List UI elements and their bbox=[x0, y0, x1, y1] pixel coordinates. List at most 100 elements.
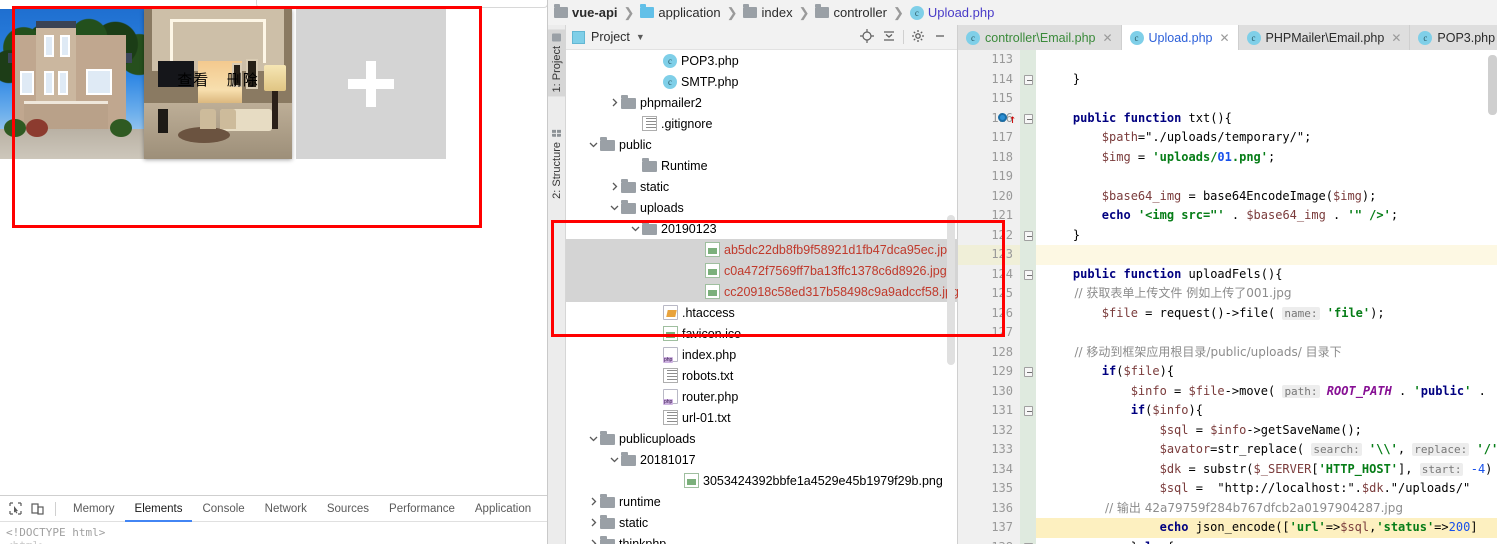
toggle-device-toolbar-icon[interactable] bbox=[26, 499, 48, 519]
fold-gutter[interactable] bbox=[1020, 401, 1036, 421]
fold-marker-icon[interactable] bbox=[1024, 269, 1033, 280]
breadcrumb-item-application[interactable]: application bbox=[640, 4, 721, 20]
fold-gutter[interactable] bbox=[1020, 420, 1036, 440]
breakpoint-icon[interactable] bbox=[998, 112, 1007, 122]
code-line[interactable]: 137 echo json_encode(['url'=>$sql,'statu… bbox=[958, 518, 1497, 538]
code-line[interactable]: 138 }else{ bbox=[958, 537, 1497, 544]
code-line[interactable]: 114 } bbox=[958, 69, 1497, 89]
code-line[interactable]: 134 $dk = substr($_SERVER['HTTP_HOST'], … bbox=[958, 459, 1497, 479]
chevron-down-icon[interactable] bbox=[629, 222, 642, 235]
tool-window-project[interactable]: 1: Project bbox=[548, 29, 566, 97]
code-line[interactable]: 119 bbox=[958, 167, 1497, 187]
fold-gutter[interactable] bbox=[1020, 459, 1036, 479]
tree-row[interactable]: favicon.ico bbox=[566, 323, 958, 344]
devtools-tab-application[interactable]: Application bbox=[465, 496, 541, 522]
fold-gutter[interactable] bbox=[1020, 225, 1036, 245]
fold-gutter[interactable] bbox=[1020, 303, 1036, 323]
tree-row[interactable]: url-01.txt bbox=[566, 407, 958, 428]
inspect-element-icon[interactable] bbox=[4, 499, 26, 519]
fold-gutter[interactable] bbox=[1020, 284, 1036, 304]
fold-gutter[interactable] bbox=[1020, 362, 1036, 382]
chevron-right-icon[interactable] bbox=[587, 516, 600, 529]
tree-row[interactable]: index.php bbox=[566, 344, 958, 365]
breadcrumb-item-controller[interactable]: controller bbox=[815, 4, 887, 20]
chevron-right-icon[interactable] bbox=[608, 180, 621, 193]
chevron-down-icon[interactable] bbox=[608, 201, 621, 214]
breadcrumb-item-index[interactable]: index bbox=[743, 4, 793, 20]
fold-gutter[interactable] bbox=[1020, 498, 1036, 518]
code-line[interactable]: 132 $sql = $info->getSaveName(); bbox=[958, 420, 1497, 440]
tree-row[interactable]: ab5dc22db8fb9f58921d1fb47dca95ec.jpg bbox=[566, 239, 958, 260]
uploaded-image-thumbnail-active[interactable]: 查看 删除 bbox=[144, 9, 292, 159]
fold-gutter[interactable] bbox=[1020, 323, 1036, 343]
fold-gutter[interactable] bbox=[1020, 69, 1036, 89]
tree-row[interactable]: runtime bbox=[566, 491, 958, 512]
devtools-tab-elements[interactable]: Elements bbox=[125, 496, 193, 522]
code-line[interactable]: 115 bbox=[958, 89, 1497, 109]
code-line[interactable]: 116↑ public function txt(){ bbox=[958, 108, 1497, 128]
code-line[interactable]: 129 if($file){ bbox=[958, 362, 1497, 382]
tree-row[interactable]: router.php bbox=[566, 386, 958, 407]
code-line[interactable]: 121 echo '<img src="' . $base64_img . '"… bbox=[958, 206, 1497, 226]
settings-gear-icon[interactable] bbox=[907, 29, 929, 46]
tree-row[interactable]: thinkphp bbox=[566, 533, 958, 544]
minimize-icon[interactable] bbox=[929, 29, 951, 46]
code-line[interactable]: 118 $img = 'uploads/01.png'; bbox=[958, 147, 1497, 167]
tree-row[interactable]: 20181017 bbox=[566, 449, 958, 470]
close-icon[interactable]: ✕ bbox=[1219, 31, 1229, 45]
delete-image-button[interactable]: 删除 bbox=[227, 71, 259, 89]
project-tree-scrollbar[interactable] bbox=[947, 215, 955, 365]
devtools-tab-memory[interactable]: Memory bbox=[63, 496, 125, 522]
fold-marker-icon[interactable] bbox=[1024, 74, 1033, 85]
code-line[interactable]: 123 bbox=[958, 245, 1497, 265]
code-line[interactable]: 131 if($info){ bbox=[958, 401, 1497, 421]
code-line[interactable]: 124 public function uploadFels(){ bbox=[958, 264, 1497, 284]
code-line[interactable]: 136 // 输出 42a79759f284b767dfcb2a01979042… bbox=[958, 498, 1497, 518]
chevron-right-icon[interactable] bbox=[587, 495, 600, 508]
tree-row[interactable]: 3053424392bbfe1a4529e45b1979f29b.png bbox=[566, 470, 958, 491]
tree-row[interactable]: robots.txt bbox=[566, 365, 958, 386]
tree-row[interactable]: static bbox=[566, 176, 958, 197]
uploaded-image-thumbnail[interactable] bbox=[0, 9, 148, 159]
collapse-all-icon[interactable] bbox=[878, 29, 900, 46]
tree-row[interactable]: static bbox=[566, 512, 958, 533]
code-line[interactable]: 135 $sql = "http://localhost:".$dk."/upl… bbox=[958, 479, 1497, 499]
editor-scrollbar[interactable] bbox=[1488, 55, 1497, 115]
fold-gutter[interactable] bbox=[1020, 89, 1036, 109]
breadcrumb-item-upload-php[interactable]: c Upload.php bbox=[909, 5, 994, 20]
fold-marker-icon[interactable] bbox=[1024, 406, 1033, 416]
chevron-down-icon[interactable] bbox=[587, 432, 600, 445]
devtools-tab-console[interactable]: Console bbox=[192, 496, 254, 522]
fold-gutter[interactable] bbox=[1020, 128, 1036, 148]
code-line[interactable]: 125 // 获取表单上传文件 例如上传了001.jpg bbox=[958, 284, 1497, 304]
fold-gutter[interactable] bbox=[1020, 50, 1036, 70]
tree-row[interactable]: phpmailer2 bbox=[566, 92, 958, 113]
code-editor[interactable]: 113114 }115116↑ public function txt(){ 11… bbox=[958, 50, 1497, 544]
tree-row[interactable]: .htaccess bbox=[566, 302, 958, 323]
tree-row[interactable]: 20190123 bbox=[566, 218, 958, 239]
chevron-down-icon[interactable]: ▼ bbox=[636, 32, 645, 42]
tree-row[interactable]: cc20918c58ed317b58498c9a9adccf58.jpg bbox=[566, 281, 958, 302]
tree-row[interactable]: public bbox=[566, 134, 958, 155]
code-line[interactable]: 113 bbox=[958, 50, 1497, 70]
tree-row[interactable]: .gitignore bbox=[566, 113, 958, 134]
code-line[interactable]: 130 $info = $file->move( path: ROOT_PATH… bbox=[958, 381, 1497, 401]
editor-tab[interactable]: cPOP3.php✕ bbox=[1410, 25, 1497, 50]
add-image-button[interactable] bbox=[296, 9, 446, 159]
code-line[interactable]: 126 $file = request()->file( name: 'file… bbox=[958, 303, 1497, 323]
fold-gutter[interactable] bbox=[1020, 537, 1036, 544]
code-line[interactable]: 133 $avator=str_replace( search: '\\', r… bbox=[958, 440, 1497, 460]
view-image-button[interactable]: 查看 bbox=[177, 71, 209, 89]
editor-tab[interactable]: c controller\Email.php ✕ bbox=[958, 25, 1122, 50]
fold-gutter[interactable] bbox=[1020, 381, 1036, 401]
code-line[interactable]: 128 // 移动到框架应用根目录/public/uploads/ 目录下 bbox=[958, 342, 1497, 362]
fold-gutter[interactable] bbox=[1020, 186, 1036, 206]
tree-row[interactable]: c0a472f7569ff7ba13ffc1378c6d8926.jpg bbox=[566, 260, 958, 281]
fold-gutter[interactable] bbox=[1020, 206, 1036, 226]
fold-gutter[interactable] bbox=[1020, 264, 1036, 284]
code-line[interactable]: 122 } bbox=[958, 225, 1497, 245]
tree-row[interactable]: c SMTP.php bbox=[566, 71, 958, 92]
fold-gutter[interactable] bbox=[1020, 167, 1036, 187]
fold-gutter[interactable] bbox=[1020, 440, 1036, 460]
fold-gutter[interactable] bbox=[1020, 147, 1036, 167]
